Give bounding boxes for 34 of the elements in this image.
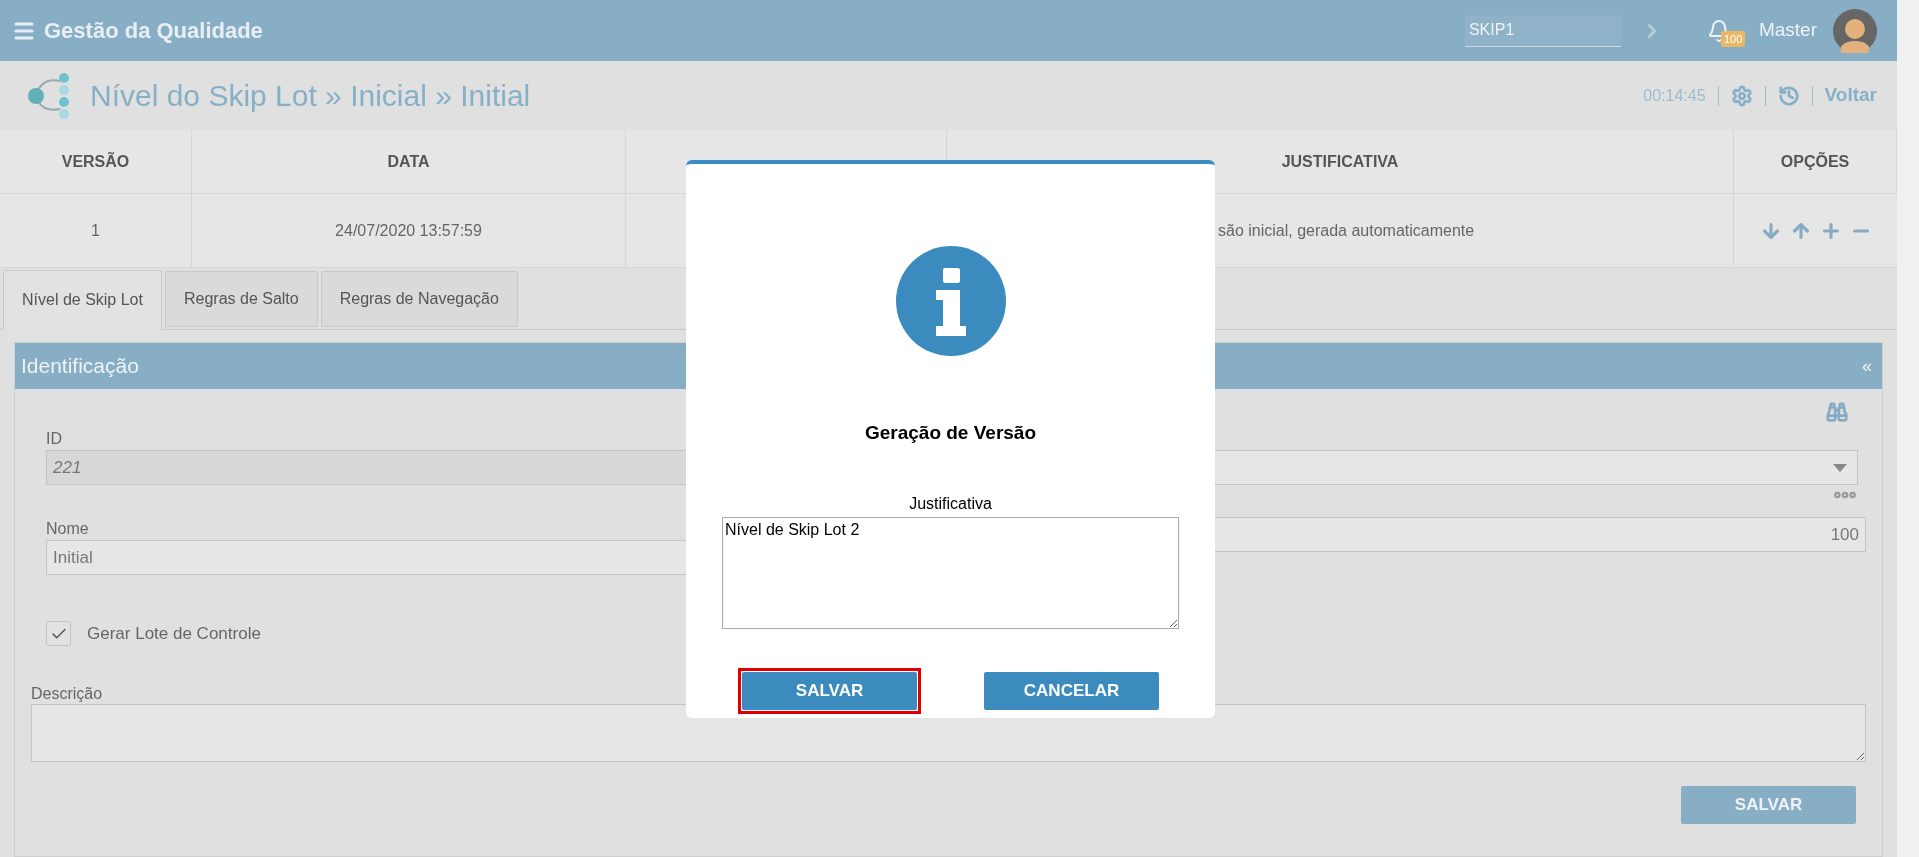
tab[interactable]: Regras de Salto (164, 271, 318, 327)
table-cell: 1 (0, 194, 192, 267)
history-icon[interactable] (1777, 84, 1800, 107)
info-icon (895, 246, 1006, 356)
justification-field[interactable]: Nível de Skip Lot 2 (722, 516, 1179, 629)
checkbox[interactable] (46, 621, 71, 647)
field-label: ID (46, 429, 62, 449)
dialog-title: Geração de Versão (864, 421, 1037, 445)
avatar (1833, 8, 1877, 53)
field-label: Descrição (31, 683, 103, 704)
page-title: Nível do Skip Lot » Inicial » Initial (90, 78, 531, 114)
session-timer: 00:14:45 (1643, 85, 1706, 106)
column-header: DATA (192, 130, 626, 193)
collapse-button[interactable]: « (1862, 352, 1872, 380)
checkbox-label: Gerar Lote de Controle (87, 623, 261, 645)
caret-down-icon (1833, 463, 1847, 472)
section-title: Identificação (21, 353, 139, 380)
description-field[interactable] (31, 703, 1866, 762)
settings-icon[interactable] (1730, 84, 1753, 107)
app-title: Gestão da Qualidade (44, 17, 263, 45)
cancel-button[interactable]: CANCELAR (984, 671, 1159, 710)
search-field[interactable]: SKIP1 (1464, 14, 1621, 47)
table-cell: 24/07/2020 13:57:59 (192, 194, 626, 267)
field-label: Justificativa (909, 493, 992, 514)
binoculars-icon[interactable] (1826, 401, 1848, 423)
save-button[interactable]: SALVAR (1681, 785, 1856, 824)
user-name: Master (1758, 18, 1817, 43)
column-header: VERSÃO (0, 130, 192, 193)
tab[interactable]: Regras de Navegação (320, 271, 518, 327)
notification-badge: 100 (1720, 30, 1746, 47)
table-cell-text: são inicial, gerada automaticamente (1218, 220, 1475, 241)
tab[interactable]: Nível de Skip Lot (3, 270, 162, 330)
save-button[interactable]: SALVAR (742, 671, 917, 710)
field-label: Nome (46, 519, 89, 539)
